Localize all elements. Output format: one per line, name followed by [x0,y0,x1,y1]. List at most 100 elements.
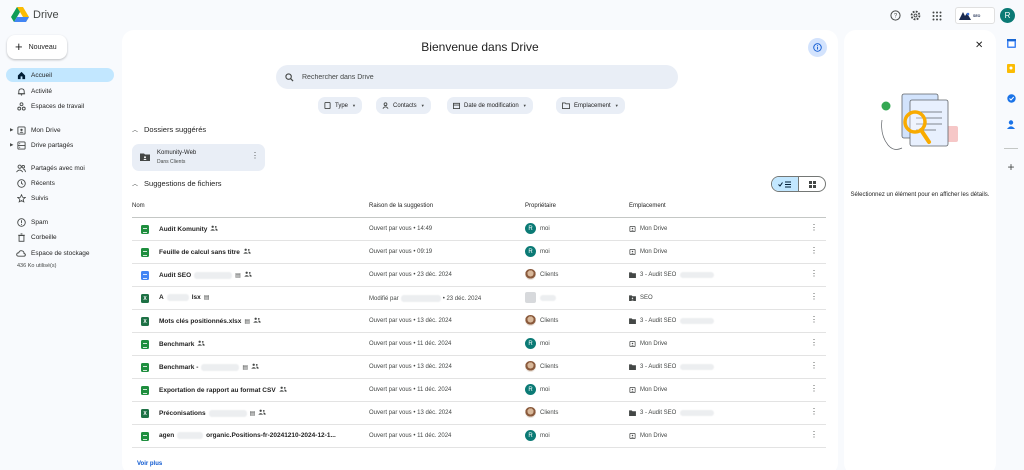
suggested-folder-card[interactable]: Komunity-Web Dans Clients ⋮ [132,144,265,171]
table-row[interactable]: Exportation de rapport au format CSV Ouve… [132,379,826,402]
filter-location-chip[interactable]: Emplacement ▼ [556,97,625,114]
file-name[interactable]: Audit SEO ▤ [159,271,252,279]
search-input[interactable] [302,73,642,81]
file-location[interactable]: Mon Drive [629,341,667,347]
help-icon[interactable]: ? [889,9,902,22]
shared-folder-icon [629,295,636,301]
file-name-text: A [159,294,164,301]
sidebar-item-partages-avec-moi[interactable]: Partagés avec moi [6,161,114,175]
sidebar-item-accueil[interactable]: Accueil [6,68,114,82]
sidebar-item-activite[interactable]: Activité [6,84,114,98]
see-more-link[interactable]: Voir plus [137,461,162,467]
more-options-icon[interactable]: ⋮ [810,270,818,278]
table-row[interactable]: Benchmark Ouvert par vous • 11 déc. 2024 R… [132,333,826,356]
table-row[interactable]: Benchmark - ▤ Ouvert par vous • 13 déc. 20… [132,356,826,379]
add-addon-icon[interactable]: + [1006,160,1016,174]
file-name[interactable]: Mots clés positionnés.xlsx ▤ [159,317,261,325]
contacts-addon-icon[interactable] [1006,119,1016,129]
file-name-text: Benchmark [159,340,195,348]
file-location[interactable]: Mon Drive [629,249,667,255]
more-options-icon[interactable]: ⋮ [810,247,818,255]
list-view-button[interactable] [772,177,799,191]
sidebar-item-espaces-de-travail[interactable]: Espaces de travail [6,99,114,113]
expand-caret-icon[interactable]: ▶ [10,127,13,133]
more-options-icon[interactable]: ⋮ [251,152,259,160]
file-location[interactable]: SEO [629,295,653,301]
table-row[interactable]: Feuille de calcul sans titre Ouvert par v… [132,241,826,264]
settings-icon[interactable] [909,9,922,22]
file-location[interactable]: 3 - Audit SEO [629,318,715,324]
table-row[interactable]: X Alsx ▤ Modifié par • 23 déc. 2024 SEO ⋮ [132,287,826,310]
calendar-addon-icon[interactable] [1006,38,1016,48]
table-row[interactable]: Audit Komunity Ouvert par vous • 14:49 Rmo… [132,218,826,241]
filter-date-chip[interactable]: Date de modification ▼ [447,97,533,114]
close-icon[interactable]: ✕ [975,40,983,51]
more-options-icon[interactable]: ⋮ [810,339,818,347]
person-icon [382,102,389,109]
file-name[interactable]: Benchmark [159,340,206,348]
more-options-icon[interactable]: ⋮ [810,431,818,439]
table-row[interactable]: Audit SEO ▤ Ouvert par vous • 23 déc. 2024… [132,264,826,287]
table-row[interactable]: X Préconisations ▤ Ouvert par vous • 13 déc… [132,402,826,425]
more-options-icon[interactable]: ⋮ [810,362,818,370]
owner-avatar: R [525,384,536,395]
apps-grid-icon[interactable] [930,9,943,22]
sidebar-item-mon-drive[interactable]: ▶ Mon Drive [6,123,114,137]
folder-outline-icon [562,102,570,109]
suggested-folders-header[interactable]: ︿ Dossiers suggérés [132,125,206,134]
filter-type-chip[interactable]: Type ▼ [318,97,362,114]
file-name[interactable]: Exportation de rapport au format CSV [159,386,287,394]
offline-file-icon: ▤ [203,295,210,301]
file-location[interactable]: Mon Drive [629,433,667,439]
file-location[interactable]: Mon Drive [629,387,667,393]
more-options-icon[interactable]: ⋮ [810,385,818,393]
sidebar-item-corbeille[interactable]: Corbeille [6,230,114,244]
sidebar-item-espace-de-stockage[interactable]: Espace de stockage [6,246,114,260]
keep-addon-icon[interactable] [1006,63,1016,73]
suggested-files-header[interactable]: ︿ Suggestions de fichiers [132,179,222,188]
file-name[interactable]: Préconisations ▤ [159,409,267,417]
sidebar-item-recents[interactable]: Récents [6,176,114,190]
more-options-icon[interactable]: ⋮ [810,293,818,301]
expand-caret-icon[interactable]: ▶ [10,142,13,148]
new-button[interactable]: + Nouveau [7,35,67,59]
tasks-addon-icon[interactable] [1006,93,1016,103]
file-name[interactable]: Feuille de calcul sans titre [159,248,251,256]
organization-badge[interactable]: SEO [955,7,995,24]
sidebar-item-drive-partages[interactable]: ▶ Drive partagés [6,138,114,152]
new-button-label: Nouveau [28,43,57,51]
sidebar-item-spam[interactable]: Spam [6,215,114,229]
search-bar[interactable] [276,65,678,89]
redacted-text [680,318,715,324]
sidebar-item-suivis[interactable]: Suivis [6,191,114,205]
more-options-icon[interactable]: ⋮ [810,224,818,232]
more-options-icon[interactable]: ⋮ [810,316,818,324]
owner-avatar [525,407,536,418]
file-name-text: Exportation de rapport au format CSV [159,386,276,394]
file-name[interactable]: Audit Komunity [159,225,219,233]
clock-icon [16,178,26,188]
column-header-name[interactable]: Nom [132,203,145,209]
more-options-icon[interactable]: ⋮ [810,408,818,416]
file-location[interactable]: 3 - Audit SEO [629,272,715,278]
table-row[interactable]: agen organic.Positions-fr-20241210-2024-1… [132,425,826,448]
svg-text:?: ? [894,14,898,20]
grid-view-button[interactable] [799,177,825,191]
file-name[interactable]: Alsx ▤ [159,294,209,301]
filter-contacts-chip[interactable]: Contacts ▼ [376,97,431,114]
folder-icon [629,318,636,324]
file-location[interactable]: 3 - Audit SEO [629,364,715,370]
file-location[interactable]: 3 - Audit SEO [629,410,715,416]
app-name[interactable]: Drive [33,9,59,21]
file-name[interactable]: agen organic.Positions-fr-20241210-2024-1… [159,432,336,439]
drive-logo-icon[interactable] [11,7,29,23]
location-name: Mon Drive [640,433,668,439]
account-avatar[interactable]: R [1000,8,1015,23]
file-name[interactable]: Benchmark - ▤ [159,363,259,371]
file-name-tail: organic.Positions-fr-20241210-2024-12-1.… [206,432,336,439]
redacted-text [208,409,247,417]
table-row[interactable]: X Mots clés positionnés.xlsx ▤ Ouvert par v… [132,310,826,333]
reason-text: Ouvert par vous • 11 déc. 2024 [369,433,452,439]
file-location[interactable]: Mon Drive [629,226,667,232]
details-toggle-button[interactable] [808,38,827,57]
